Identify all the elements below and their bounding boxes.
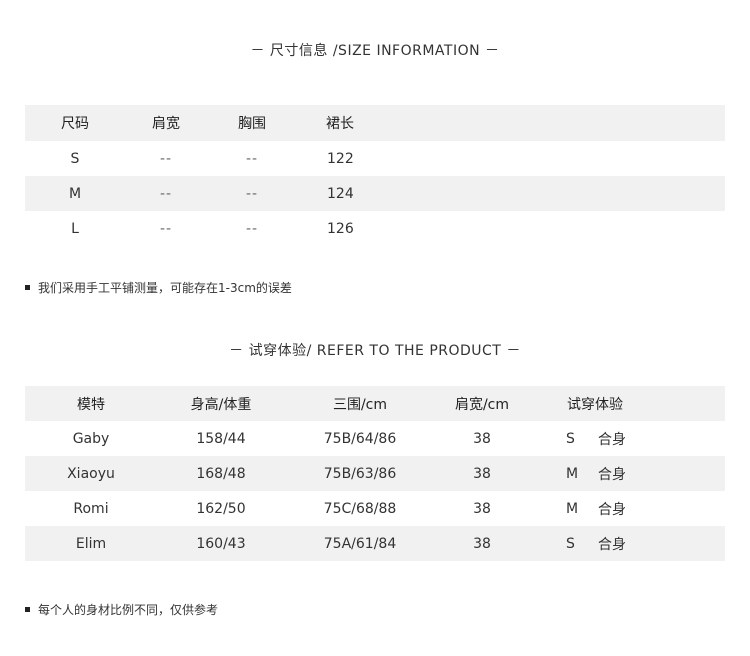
bust-cell: -- [245,185,259,202]
size-table: 尺码 肩宽 胸围 裙长 S -- -- 122 M -- -- 124 L --… [25,105,725,246]
fit-size: M [566,500,579,517]
shoulder-cell: -- [159,150,173,167]
size-table-header: 尺码 肩宽 胸围 裙长 [25,105,725,141]
header-fit: 试穿体验 [567,396,623,413]
measurements-cell: 75A/61/84 [323,535,397,552]
model-cell: Gaby [72,430,110,447]
measurement-note-text: 我们采用手工平铺测量，可能存在1-3cm的误差 [38,281,292,295]
length-cell: 126 [327,220,354,237]
header-shoulder: 肩宽 [152,116,180,132]
shoulder-cell: 38 [473,430,491,447]
header-shoulder: 肩宽/cm [454,396,510,413]
fit-result: 合身 [598,536,626,553]
fit-result: 合身 [598,501,626,518]
fit-result: 合身 [598,431,626,448]
table-row: S -- -- 122 [25,141,725,176]
bust-cell: -- [245,220,259,237]
length-cell: 124 [327,185,354,202]
table-row: Elim 160/43 75A/61/84 38 S 合身 [25,526,725,561]
proportion-note-text: 每个人的身材比例不同，仅供参考 [38,603,219,617]
fit-table-header: 模特 身高/体重 三围/cm 肩宽/cm 试穿体验 [25,386,725,421]
shoulder-cell: -- [159,185,173,202]
table-row: M -- -- 124 [25,176,725,211]
fit-table: 模特 身高/体重 三围/cm 肩宽/cm 试穿体验 Gaby 158/44 75… [25,386,725,561]
height-weight-cell: 160/43 [196,535,246,552]
table-row: L -- -- 126 [25,211,725,246]
fit-result: 合身 [598,466,626,483]
header-size: 尺码 [61,116,89,132]
fit-cell: S 合身 [566,526,636,561]
fit-size: M [566,465,579,482]
fit-size: S [566,535,575,552]
height-weight-cell: 162/50 [196,500,246,517]
header-measurements: 三围/cm [332,396,388,413]
fit-cell: M 合身 [566,456,636,491]
bullet-icon [25,285,30,290]
shoulder-cell: 38 [473,500,491,517]
measurement-note: 我们采用手工平铺测量，可能存在1-3cm的误差 [25,279,292,296]
size-information-title: － 尺寸信息 /SIZE INFORMATION － [250,43,500,59]
table-row: Xiaoyu 168/48 75B/63/86 38 M 合身 [25,456,725,491]
shoulder-cell: 38 [473,465,491,482]
measurements-cell: 75B/64/86 [323,430,397,447]
header-height-weight: 身高/体重 [190,396,252,413]
size-cell: L [71,220,79,237]
table-row: Romi 162/50 75C/68/88 38 M 合身 [25,491,725,526]
fit-size: S [566,430,575,447]
size-cell: M [68,185,82,202]
bust-cell: -- [245,150,259,167]
bullet-icon [25,607,30,612]
shoulder-cell: 38 [473,535,491,552]
size-cell: S [70,150,80,167]
fit-experience-title: － 试穿体验/ REFER TO THE PRODUCT － [229,343,521,359]
model-cell: Xiaoyu [67,465,115,482]
height-weight-cell: 168/48 [196,465,246,482]
fit-cell: S 合身 [566,421,636,456]
measurements-cell: 75C/68/88 [323,500,397,517]
header-length: 裙长 [326,116,354,132]
measurements-cell: 75B/63/86 [323,465,397,482]
model-cell: Romi [73,500,109,517]
proportion-note: 每个人的身材比例不同，仅供参考 [25,601,218,618]
header-model: 模特 [77,396,105,413]
shoulder-cell: -- [159,220,173,237]
model-cell: Elim [75,535,107,552]
length-cell: 122 [327,150,354,167]
table-row: Gaby 158/44 75B/64/86 38 S 合身 [25,421,725,456]
height-weight-cell: 158/44 [196,430,246,447]
fit-cell: M 合身 [566,491,636,526]
header-bust: 胸围 [238,116,266,132]
